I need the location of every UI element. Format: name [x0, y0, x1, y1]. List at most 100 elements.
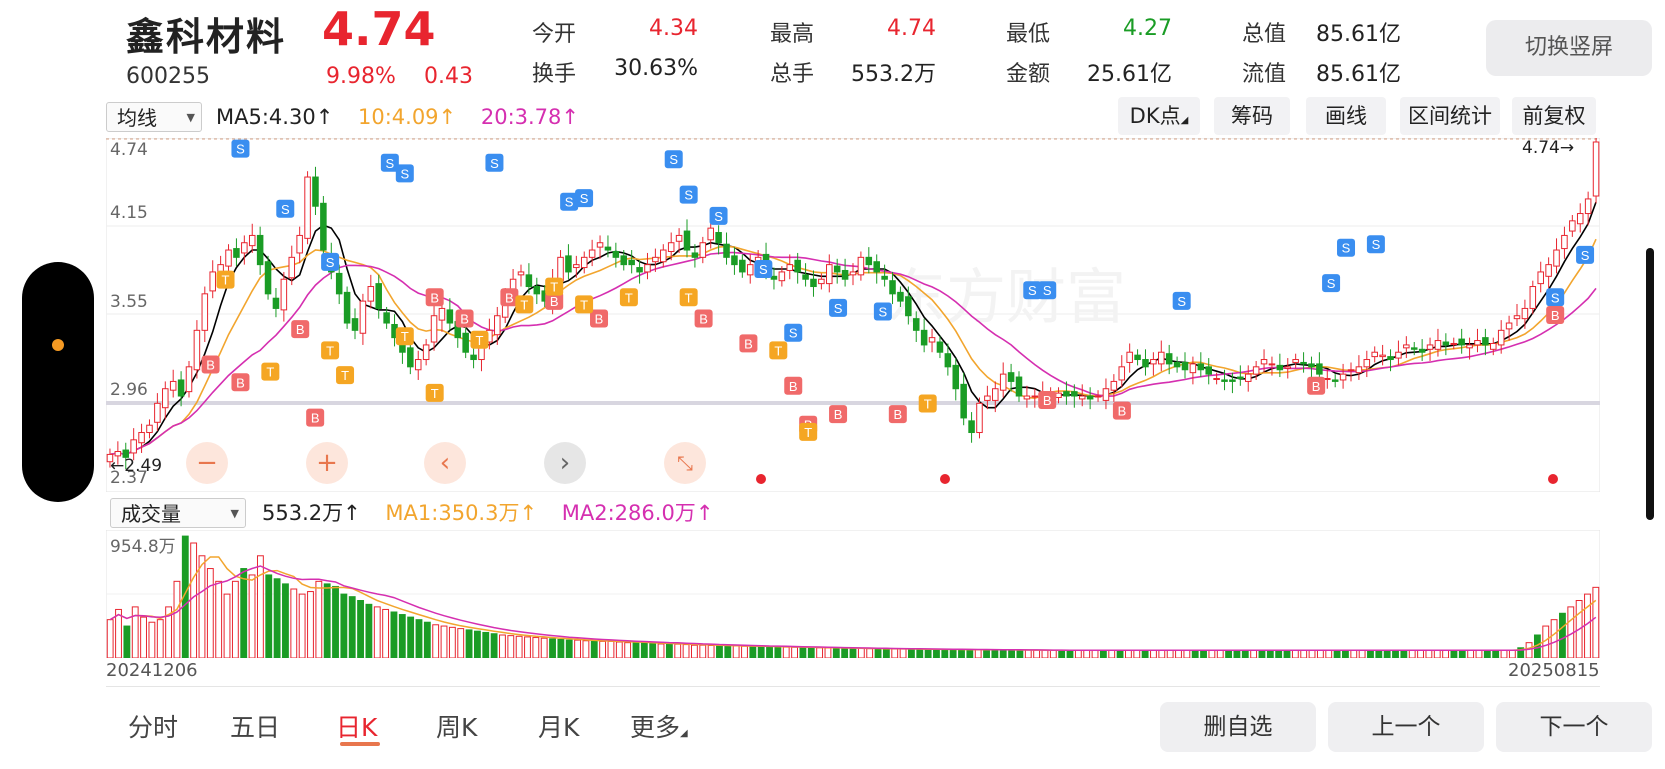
volume-bar [1258, 649, 1266, 658]
volume-bar [1233, 649, 1241, 658]
signal-tag-letter: S [281, 202, 290, 217]
candle-body [628, 259, 635, 266]
volume-bar [649, 642, 657, 658]
volume-axis-max: 954.8万 [110, 537, 176, 557]
plus-icon: + [316, 448, 338, 478]
volume-bar [1216, 649, 1224, 658]
tab-monthly-k[interactable]: 月K [538, 708, 579, 744]
candle-body [1347, 369, 1355, 372]
signal-tag-letter: S [1342, 241, 1351, 256]
candle-body [1410, 347, 1418, 350]
indicator-select[interactable]: 均线 ▼ [106, 102, 202, 132]
signal-tag-letter: T [685, 290, 693, 305]
tab-five-day[interactable]: 五日 [230, 708, 280, 744]
volume-legend: 553.2万↑ MA1:350.3万↑ MA2:286.0万↑ [262, 498, 713, 528]
candle-body [414, 359, 422, 371]
ma20-arrow: ↑ [561, 105, 580, 129]
candle-body [1276, 364, 1284, 371]
volume-bar [1550, 619, 1558, 658]
scroll-left-button[interactable]: ‹ [424, 442, 466, 484]
volume-bar [1266, 649, 1274, 658]
y-tick-4-74: 4.74 [110, 140, 148, 160]
candlestick-chart[interactable]: 东方财富 SSSSSSS SSSSSSS SS SSSS SSSBBBBBBB BB BBB… [106, 138, 1600, 492]
candle-body [897, 291, 904, 302]
volume-bar [757, 646, 765, 658]
active-tab-indicator [340, 742, 380, 746]
draw-line-button[interactable]: 画线 [1306, 97, 1386, 135]
signal-tag-letter: S [714, 209, 723, 224]
scroll-right-button[interactable]: › [544, 442, 586, 484]
signal-tag-letter: S [789, 326, 798, 341]
candle-body [130, 439, 137, 454]
tab-intraday[interactable]: 分时 [128, 708, 178, 744]
volume-chart[interactable] [106, 530, 1600, 658]
volume-bar [1592, 586, 1600, 658]
candle-body [1086, 395, 1094, 400]
zoom-out-button[interactable]: − [186, 442, 228, 484]
candle-body [1474, 340, 1481, 346]
volume-indicator-select[interactable]: 成交量 ▼ [110, 498, 246, 528]
candle-body [1482, 337, 1489, 346]
candle-body [1379, 354, 1386, 358]
remove-watchlist-button[interactable]: 删自选 [1160, 702, 1316, 752]
candle-body [169, 380, 177, 391]
volume-bar [1425, 649, 1433, 658]
ma10-value: 10:4.09 [357, 105, 439, 129]
candle-body [1071, 391, 1078, 397]
forward-adjust-button[interactable]: 前复权 [1512, 97, 1596, 135]
candle-body [786, 264, 794, 271]
scrollbar[interactable] [1646, 248, 1654, 520]
candle-body [557, 256, 564, 282]
volume-bar [231, 580, 239, 658]
volume-bar [1325, 649, 1333, 658]
volume-bar [473, 630, 481, 658]
candle-body [1592, 141, 1600, 197]
candle-body [185, 366, 193, 393]
tab-weekly-k[interactable]: 周K [436, 708, 477, 744]
volume-bar [1450, 649, 1458, 658]
candle-body [667, 242, 675, 252]
dk-point-button[interactable]: DK点◢ [1118, 97, 1200, 135]
volume-bar [1191, 649, 1199, 658]
volume-bar [1024, 649, 1032, 658]
signal-tag-letter: B [206, 358, 215, 373]
volume-bar [1158, 649, 1166, 658]
candle-body [1308, 363, 1315, 368]
signal-tag-letter: T [401, 329, 409, 344]
candle-body [1118, 366, 1126, 381]
signal-tag-letter: S [386, 156, 395, 171]
volume-bar [690, 644, 698, 658]
zoom-in-button[interactable]: + [306, 442, 348, 484]
volume-bar [1041, 649, 1049, 658]
side-drawer-handle[interactable] [22, 262, 94, 502]
candle-body [746, 264, 754, 276]
stat-turnover-label: 换手 [532, 62, 577, 87]
signal-tag-letter: S [1177, 294, 1186, 309]
next-button[interactable]: 下一个 [1496, 702, 1652, 752]
volume-bar [532, 637, 540, 658]
signal-tag-letter: S [1581, 248, 1590, 263]
tab-more[interactable]: 更多◢ [630, 708, 688, 744]
volume-bar [749, 646, 757, 658]
reset-zoom-button[interactable]: ⤡ [664, 442, 706, 484]
range-stats-button[interactable]: 区间统计 [1400, 97, 1500, 135]
candle-body [248, 234, 256, 247]
volume-bar [423, 621, 431, 658]
chips-button[interactable]: 筹码 [1214, 97, 1290, 135]
previous-button[interactable]: 上一个 [1328, 702, 1484, 752]
volume-bar [240, 568, 248, 658]
volume-bar [415, 619, 423, 658]
volume-bar [273, 578, 281, 658]
tab-daily-k[interactable]: 日K [336, 708, 377, 744]
signal-tag-letter: T [774, 343, 782, 358]
candle-body [889, 280, 896, 295]
ma20-value: 20:3.78 [480, 105, 562, 129]
candle-body [288, 256, 296, 279]
volume-bar [874, 648, 882, 658]
volume-bar [782, 646, 790, 658]
candle-body [1331, 379, 1339, 382]
volume-bar [1166, 649, 1174, 658]
candle-body [1553, 249, 1560, 267]
switch-portrait-button[interactable]: 切换竖屏 [1486, 20, 1652, 76]
volume-bar [1525, 642, 1533, 658]
